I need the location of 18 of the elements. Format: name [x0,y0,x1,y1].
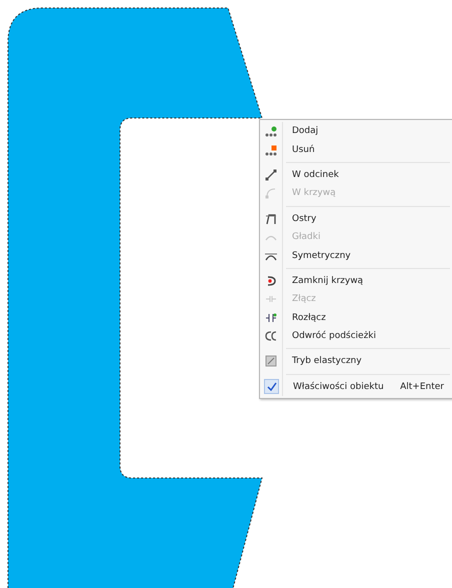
menu-item-icon [265,330,277,342]
menu-item[interactable]: Usuń [260,140,452,159]
menu-item[interactable]: W odcinek [260,166,452,184]
menu-item-icon [265,168,277,181]
menu-item-icon [265,212,277,225]
menu-item-icon [265,312,277,324]
menu-item-icon [265,125,277,138]
menu-item[interactable]: Tryb elastyczny [260,352,452,371]
menu-item[interactable]: Symetryczny [260,246,452,265]
menu-item-icon [265,144,277,156]
menu-item[interactable]: Właściwości obiektu Alt+Enter [260,378,452,396]
menu-item-icon [265,187,277,200]
menu-item[interactable]: Dodaj [260,122,452,140]
menu-item[interactable]: Ostry [260,210,452,228]
menu-item[interactable]: Odwróć podścieżki [260,326,452,346]
menu-item[interactable]: Zamknij krzywą [260,272,452,290]
menu-item-icon [265,274,277,287]
menu-item[interactable]: Rozłącz [260,308,452,327]
